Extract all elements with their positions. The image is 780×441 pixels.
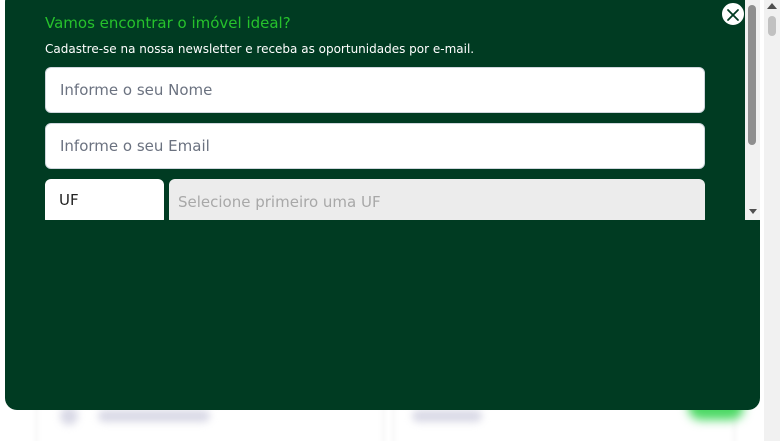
uf-select[interactable]: UF: [45, 179, 164, 220]
background-text: [98, 410, 210, 422]
uf-select-value: UF: [59, 191, 79, 209]
page-scrollbar-thumb[interactable]: [768, 16, 776, 36]
modal-title: Vamos encontrar o imóvel ideal?: [45, 14, 291, 32]
close-button[interactable]: [721, 2, 745, 26]
background-text: [412, 410, 482, 422]
scroll-down-arrow-icon[interactable]: [749, 209, 757, 214]
email-input[interactable]: [45, 123, 705, 169]
city-select[interactable]: Selecione primeiro uma UF: [169, 179, 705, 220]
modal-scroll-area[interactable]: Vamos encontrar o imóvel ideal? Cadastre…: [5, 0, 760, 220]
newsletter-modal: Vamos encontrar o imóvel ideal? Cadastre…: [5, 0, 760, 410]
page: Vamos encontrar o imóvel ideal? Cadastre…: [0, 0, 780, 441]
page-scrollbar[interactable]: [764, 0, 780, 441]
scroll-up-arrow-icon[interactable]: [767, 3, 777, 9]
city-select-placeholder: Selecione primeiro uma UF: [178, 193, 381, 211]
modal-scrollbar-thumb[interactable]: [748, 5, 756, 145]
modal-subtitle: Cadastre-se na nossa newsletter e receba…: [45, 42, 475, 56]
name-input[interactable]: [45, 67, 705, 113]
close-icon: [726, 7, 740, 21]
